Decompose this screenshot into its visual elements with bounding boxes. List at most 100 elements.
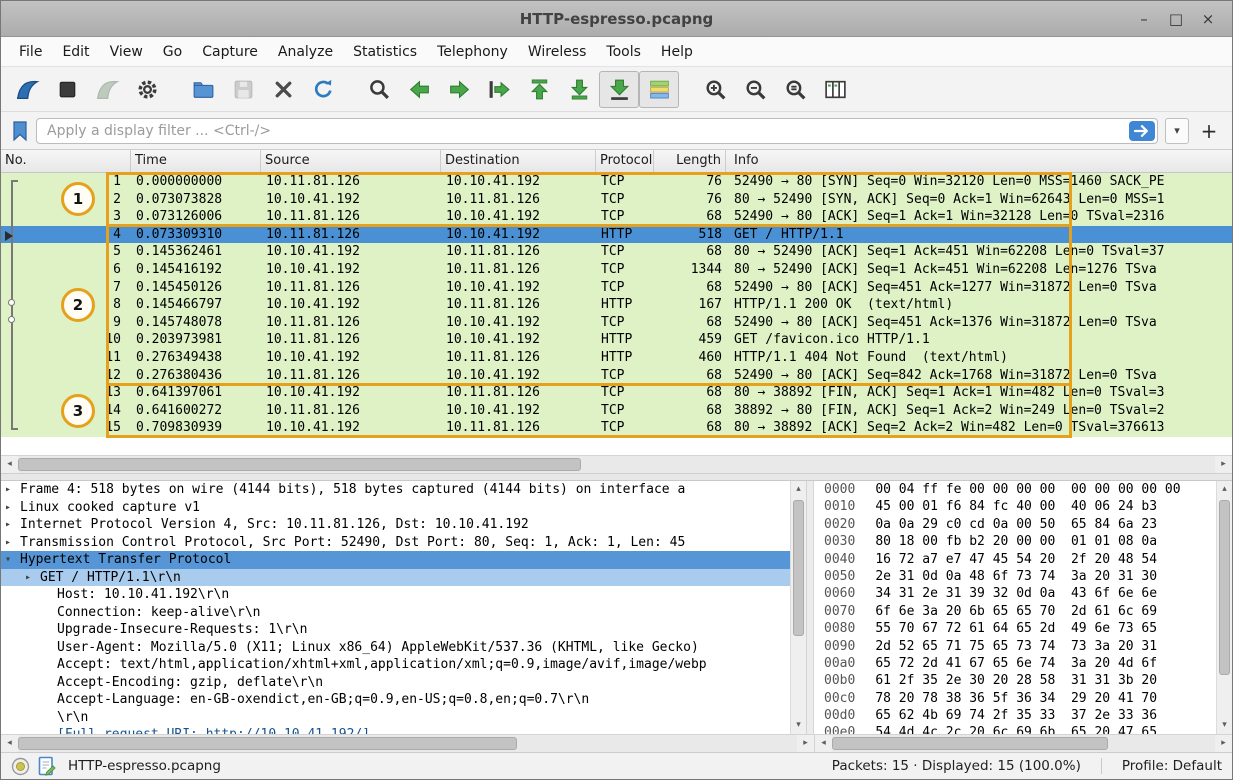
pane-splitter[interactable] bbox=[807, 481, 814, 734]
column-header-no[interactable]: No. bbox=[1, 150, 131, 172]
hex-row[interactable]: 006034 31 2e 31 39 32 0d 0a 43 6f 6e 6e bbox=[824, 585, 1216, 602]
column-header-time[interactable]: Time bbox=[131, 150, 261, 172]
hex-row[interactable]: 00902d 52 65 71 75 65 73 74 73 3a 20 31 bbox=[824, 638, 1216, 655]
packet-row-4[interactable]: 40.07330931010.11.81.12610.10.41.192HTTP… bbox=[1, 226, 1232, 244]
scroll-thumb[interactable] bbox=[18, 737, 517, 750]
zoom-in-button[interactable] bbox=[695, 71, 735, 108]
scroll-track[interactable] bbox=[18, 735, 797, 752]
scroll-track[interactable] bbox=[18, 456, 1215, 473]
menu-capture[interactable]: Capture bbox=[192, 39, 268, 65]
detail-line[interactable]: ▸Frame 4: 518 bytes on wire (4144 bits),… bbox=[1, 481, 790, 499]
detail-line[interactable]: Accept-Language: en-GB-oxendict,en-GB;q=… bbox=[1, 691, 790, 709]
detail-line[interactable]: Host: 10.10.41.192\r\n bbox=[1, 586, 790, 604]
go-back-button[interactable] bbox=[399, 71, 439, 108]
menu-statistics[interactable]: Statistics bbox=[343, 39, 427, 65]
hex-vscrollbar[interactable]: ▴ ▾ bbox=[1216, 481, 1232, 734]
packet-row-11[interactable]: 110.27634943810.10.41.19210.11.81.126HTT… bbox=[1, 349, 1232, 367]
capture-options-button[interactable] bbox=[127, 71, 167, 108]
packet-row-12[interactable]: 120.27638043610.11.81.12610.10.41.192TCP… bbox=[1, 367, 1232, 385]
menu-wireless[interactable]: Wireless bbox=[518, 39, 597, 65]
detail-line[interactable]: ▸Linux cooked capture v1 bbox=[1, 499, 790, 517]
scroll-up-arrow[interactable]: ▴ bbox=[1216, 481, 1232, 498]
scroll-right-arrow[interactable]: ▸ bbox=[797, 735, 814, 752]
hex-row[interactable]: 001045 00 01 f6 84 fc 40 00 40 06 24 b3 bbox=[824, 498, 1216, 515]
packet-row-9[interactable]: 90.14574807810.11.81.12610.10.41.192TCP6… bbox=[1, 314, 1232, 332]
hex-row[interactable]: 00d065 62 4b 69 74 2f 35 33 37 2e 33 36 bbox=[824, 707, 1216, 724]
packet-row-8[interactable]: 80.14546679710.10.41.19210.11.81.126HTTP… bbox=[1, 296, 1232, 314]
hex-row[interactable]: 00706f 6e 3a 20 6b 65 65 70 2d 61 6c 69 bbox=[824, 603, 1216, 620]
hex-row[interactable]: 008055 70 67 72 61 64 65 2d 49 6e 73 65 bbox=[824, 620, 1216, 637]
menu-tools[interactable]: Tools bbox=[596, 39, 651, 65]
column-header-length[interactable]: Length bbox=[654, 150, 726, 172]
hex-row[interactable]: 004016 72 a7 e7 47 45 54 20 2f 20 48 54 bbox=[824, 551, 1216, 568]
hex-row[interactable]: 003080 18 00 fb b2 20 00 00 01 01 08 0a bbox=[824, 533, 1216, 550]
menu-file[interactable]: File bbox=[9, 39, 52, 65]
resize-columns-button[interactable] bbox=[815, 71, 855, 108]
expander-icon[interactable]: ▸ bbox=[5, 516, 20, 534]
hex-row[interactable]: 00e054 4d 4c 2c 20 6c 69 6b 65 20 47 65 bbox=[824, 724, 1216, 734]
scroll-track[interactable] bbox=[791, 498, 806, 717]
packet-row-1[interactable]: 10.00000000010.11.81.12610.10.41.192TCP7… bbox=[1, 173, 1232, 191]
auto-scroll-button[interactable] bbox=[599, 71, 639, 108]
find-packet-button[interactable] bbox=[359, 71, 399, 108]
scroll-right-arrow[interactable]: ▸ bbox=[1215, 735, 1232, 752]
column-header-info[interactable]: Info bbox=[726, 150, 1232, 172]
packet-row-3[interactable]: 30.07312600610.11.81.12610.10.41.192TCP6… bbox=[1, 208, 1232, 226]
scroll-down-arrow[interactable]: ▾ bbox=[790, 717, 807, 734]
details-hscrollbar[interactable]: ◂ ▸ bbox=[1, 734, 814, 752]
menu-edit[interactable]: Edit bbox=[52, 39, 99, 65]
zoom-reset-button[interactable] bbox=[775, 71, 815, 108]
column-header-destination[interactable]: Destination bbox=[441, 150, 596, 172]
detail-line[interactable]: ▸GET / HTTP/1.1\r\n bbox=[1, 569, 790, 587]
minimize-button[interactable]: – bbox=[1136, 11, 1152, 27]
go-to-packet-button[interactable] bbox=[479, 71, 519, 108]
restart-capture-button[interactable] bbox=[87, 71, 127, 108]
save-file-button[interactable] bbox=[223, 71, 263, 108]
go-last-button[interactable] bbox=[559, 71, 599, 108]
detail-line[interactable]: ▸Transmission Control Protocol, Src Port… bbox=[1, 534, 790, 552]
detail-line[interactable]: ▸Internet Protocol Version 4, Src: 10.11… bbox=[1, 516, 790, 534]
packet-row-13[interactable]: 130.64139706110.10.41.19210.11.81.126TCP… bbox=[1, 384, 1232, 402]
scroll-left-arrow[interactable]: ◂ bbox=[1, 456, 18, 473]
capture-file-annotation-icon[interactable] bbox=[38, 756, 56, 776]
packet-row-6[interactable]: 60.14541619210.10.41.19210.11.81.126TCP1… bbox=[1, 261, 1232, 279]
colorize-button[interactable] bbox=[639, 71, 679, 108]
menu-go[interactable]: Go bbox=[153, 39, 192, 65]
details-vscrollbar[interactable]: ▴ ▾ bbox=[790, 481, 806, 734]
go-first-button[interactable] bbox=[519, 71, 559, 108]
detail-line[interactable]: User-Agent: Mozilla/5.0 (X11; Linux x86_… bbox=[1, 639, 790, 657]
menu-view[interactable]: View bbox=[100, 39, 153, 65]
expander-icon[interactable]: ▸ bbox=[25, 569, 40, 587]
expander-icon[interactable]: ▸ bbox=[5, 534, 20, 552]
display-filter-input[interactable] bbox=[36, 118, 1158, 144]
packet-row-2[interactable]: 20.07307382810.10.41.19210.11.81.126TCP7… bbox=[1, 191, 1232, 209]
reload-file-button[interactable] bbox=[303, 71, 343, 108]
detail-line[interactable]: [Full request URI: http://10.10.41.192/] bbox=[1, 726, 790, 734]
filter-bookmark-icon[interactable] bbox=[11, 120, 29, 142]
packet-list-hscrollbar[interactable]: ◂ ▸ bbox=[1, 455, 1232, 473]
scroll-left-arrow[interactable]: ◂ bbox=[815, 735, 832, 752]
hex-row[interactable]: 00a065 72 2d 41 67 65 6e 74 3a 20 4d 6f bbox=[824, 655, 1216, 672]
detail-line[interactable]: Accept-Encoding: gzip, deflate\r\n bbox=[1, 674, 790, 692]
scroll-track[interactable] bbox=[832, 735, 1215, 752]
expert-info-icon[interactable] bbox=[11, 757, 30, 776]
start-capture-button[interactable] bbox=[7, 71, 47, 108]
menu-analyze[interactable]: Analyze bbox=[268, 39, 343, 65]
expander-icon[interactable]: ▾ bbox=[5, 551, 20, 569]
expander-icon[interactable]: ▸ bbox=[5, 481, 20, 499]
detail-line[interactable]: ▾Hypertext Transfer Protocol bbox=[1, 551, 790, 569]
hex-row[interactable]: 00200a 0a 29 c0 cd 0a 00 50 65 84 6a 23 bbox=[824, 516, 1216, 533]
packet-row-15[interactable]: 150.70983093910.10.41.19210.11.81.126TCP… bbox=[1, 419, 1232, 437]
status-profile[interactable]: Profile: Default bbox=[1122, 758, 1222, 774]
detail-line[interactable]: \r\n bbox=[1, 709, 790, 727]
hex-hscrollbar[interactable]: ◂ ▸ bbox=[814, 734, 1232, 752]
packet-row-10[interactable]: 100.20397398110.11.81.12610.10.41.192HTT… bbox=[1, 331, 1232, 349]
menu-telephony[interactable]: Telephony bbox=[427, 39, 518, 65]
close-file-button[interactable] bbox=[263, 71, 303, 108]
go-forward-button[interactable] bbox=[439, 71, 479, 108]
detail-line[interactable]: Upgrade-Insecure-Requests: 1\r\n bbox=[1, 621, 790, 639]
scroll-thumb[interactable] bbox=[832, 737, 1108, 750]
hex-row[interactable]: 00c078 20 78 38 36 5f 36 34 29 20 41 70 bbox=[824, 690, 1216, 707]
scroll-thumb[interactable] bbox=[18, 458, 581, 471]
close-button[interactable]: × bbox=[1200, 11, 1216, 27]
